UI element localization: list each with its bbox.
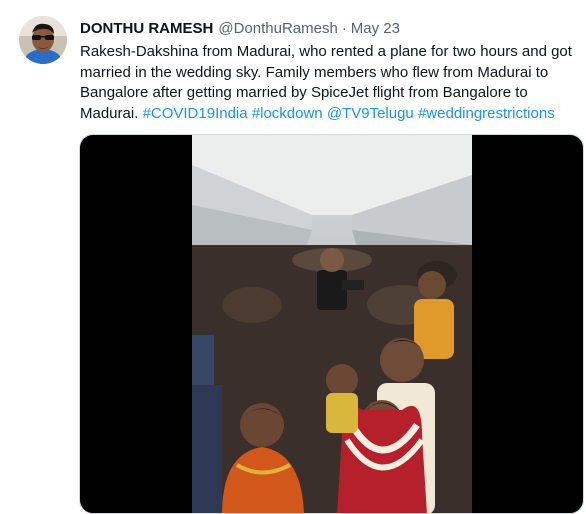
- tweet-text-last-line: Madurai. #COVID19India #lockdown @TV9Tel…: [80, 104, 574, 125]
- avatar-photo-icon: [19, 16, 67, 64]
- author-handle[interactable]: @DonthuRamesh: [218, 19, 337, 39]
- hashtag-weddingrestrictions[interactable]: #weddingrestrictions: [418, 105, 555, 122]
- tweet-card[interactable]: DONTHU RAMESH @DonthuRamesh · May 23 Rak…: [0, 0, 586, 514]
- video-player[interactable]: [79, 134, 584, 514]
- tweet-text-line: Bangalore after getting married by Spice…: [80, 84, 528, 101]
- tweet-date[interactable]: May 23: [351, 19, 400, 39]
- mention-tv9telugu[interactable]: @TV9Telugu: [327, 105, 414, 122]
- video-frame: [192, 135, 472, 513]
- hashtag-covid19india[interactable]: #COVID19India: [143, 105, 248, 122]
- tweet-header: DONTHU RAMESH @DonthuRamesh · May 23: [80, 19, 400, 41]
- tweet-text-segment: Madurai.: [80, 104, 139, 122]
- author-name[interactable]: DONTHU RAMESH: [80, 19, 213, 39]
- tweet-body: Rakesh-Dakshina from Madurai, who rented…: [80, 42, 574, 124]
- avatar[interactable]: [19, 16, 67, 64]
- hashtag-lockdown[interactable]: #lockdown: [252, 105, 323, 122]
- header-separator: ·: [341, 20, 347, 37]
- tweet-text-line: married in the wedding sky. Family membe…: [80, 63, 549, 81]
- tweet-text-line: Rakesh-Dakshina from Madurai, who rented…: [80, 43, 572, 60]
